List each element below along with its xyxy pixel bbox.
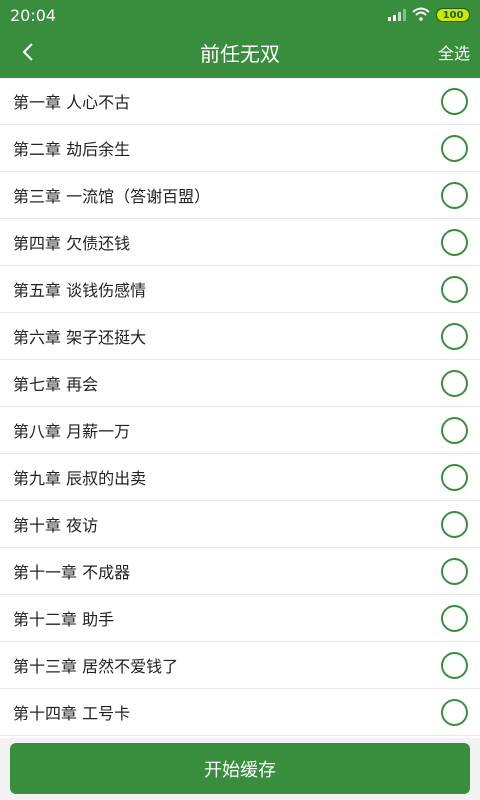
chapter-item[interactable]: 第十三章 居然不爱钱了 [0,642,480,689]
start-cache-button[interactable]: 开始缓存 [10,743,470,794]
chapter-title: 第十三章 居然不爱钱了 [13,657,179,676]
chapter-item[interactable]: 第四章 欠债还钱 [0,219,480,266]
chapter-item[interactable]: 第三章 一流馆（答谢百盟） [0,172,480,219]
chapter-item[interactable]: 第九章 辰叔的出卖 [0,454,480,501]
checkbox-circle-icon[interactable] [441,87,468,115]
chapter-title: 第八章 月薪一万 [13,422,131,441]
chapter-item[interactable]: 第十四章 工号卡 [0,689,480,736]
checkbox-circle-icon[interactable] [441,322,468,350]
chapter-item[interactable]: 第七章 再会 [0,360,480,407]
chapter-item[interactable]: 第十章 夜访 [0,501,480,548]
status-icons: 100 [388,6,470,25]
checkbox-circle-icon[interactable] [441,557,468,585]
chapter-title: 第十章 夜访 [13,516,99,535]
chapter-title: 第七章 再会 [13,375,99,394]
chapter-title: 第十二章 助手 [13,610,115,629]
checkbox-circle-icon[interactable] [441,228,468,256]
chapter-item[interactable]: 第二章 劫后余生 [0,125,480,172]
app-bar: 前任无双 全选 [0,30,480,78]
checkbox-circle-icon[interactable] [441,651,468,679]
chapter-item[interactable]: 第八章 月薪一万 [0,407,480,454]
checkbox-circle-icon[interactable] [441,134,468,162]
wifi-icon [412,6,430,25]
checkbox-circle-icon[interactable] [441,604,468,632]
chapter-item[interactable]: 第五章 谈钱伤感情 [0,266,480,313]
chapter-title: 第九章 辰叔的出卖 [13,469,147,488]
chapter-item[interactable]: 第十二章 助手 [0,595,480,642]
status-bar: 20:04 100 [0,0,480,30]
status-time: 20:04 [10,5,57,25]
checkbox-circle-icon[interactable] [441,463,468,491]
chapter-title: 第六章 架子还挺大 [13,328,147,347]
chapter-item[interactable]: 第十一章 不成器 [0,548,480,595]
checkbox-circle-icon[interactable] [441,181,468,209]
chapter-item[interactable]: 第一章 人心不古 [0,78,480,125]
checkbox-circle-icon[interactable] [441,275,468,303]
checkbox-circle-icon[interactable] [441,369,468,397]
checkbox-circle-icon[interactable] [441,416,468,444]
page-title: 前任无双 [200,42,280,66]
battery-indicator: 100 [436,8,470,22]
chapter-title: 第十四章 工号卡 [13,704,131,723]
chapter-list: 第一章 人心不古 第二章 劫后余生第三章 一流馆（答谢百盟） 第四章 欠债还钱 第五章… [0,78,480,738]
select-all-button[interactable]: 全选 [438,30,470,78]
chapter-title: 第十一章 不成器 [13,563,131,582]
chapter-title: 第三章 一流馆（答谢百盟） [13,187,211,206]
chapter-title: 第一章 人心不古 [13,93,131,112]
chapter-title: 第二章 劫后余生 [13,140,131,159]
checkbox-circle-icon[interactable] [441,510,468,538]
checkbox-circle-icon[interactable] [441,698,468,726]
chapter-title: 第四章 欠债还钱 [13,234,131,253]
chapter-title: 第五章 谈钱伤感情 [13,281,147,300]
signal-icon [388,6,406,25]
bottom-action-area: 开始缓存 [0,738,480,800]
chapter-item[interactable]: 第六章 架子还挺大 [0,313,480,360]
